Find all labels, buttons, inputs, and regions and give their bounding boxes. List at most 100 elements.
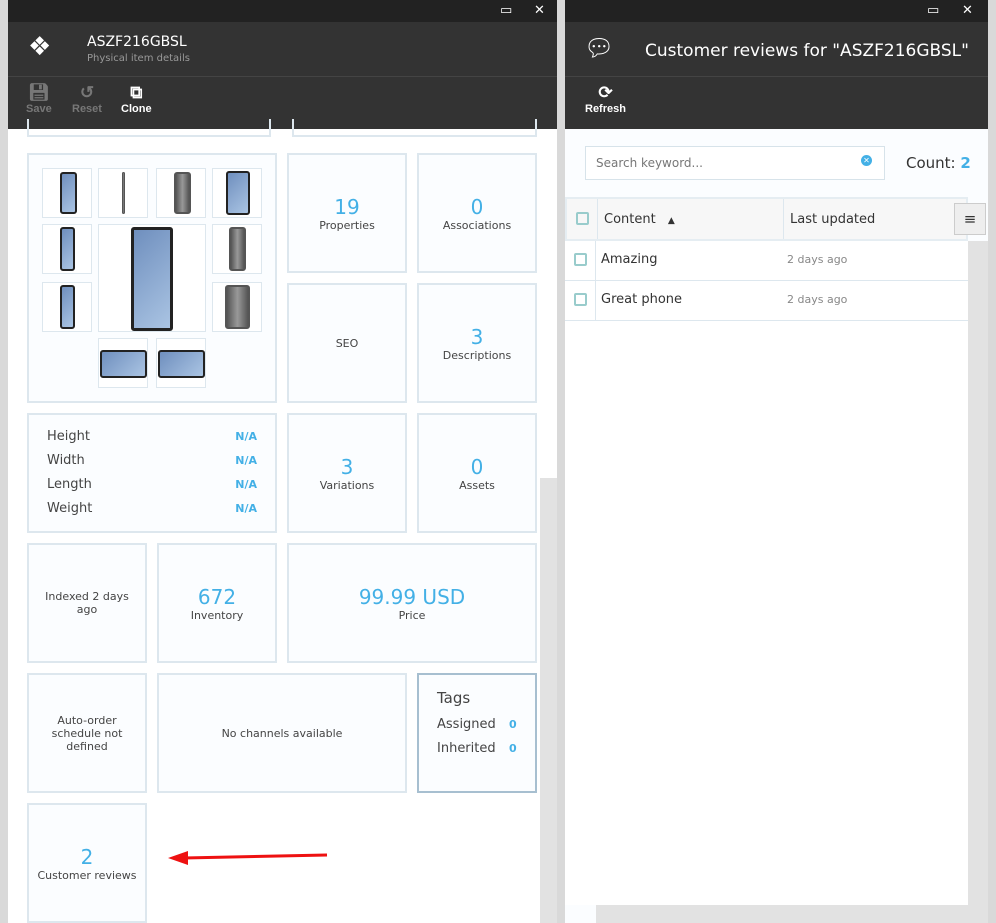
close-icon[interactable]: ✕ [962, 3, 973, 18]
blade-header: 💬︎ Customer reviews for "ASZF216GBSL" [565, 22, 988, 77]
inherited-label: Inherited [437, 741, 496, 756]
sort-ascending-icon: ▲ [667, 216, 675, 226]
dimension-value: N/A [235, 454, 257, 467]
reset-label: Reset [72, 103, 102, 115]
vertical-scrollbar[interactable] [968, 241, 988, 923]
dimension-row: Height N/A [29, 425, 275, 449]
tags-assigned-row: Assigned 0 [437, 713, 517, 737]
descriptions-label: Descriptions [442, 348, 512, 362]
review-content: Amazing [601, 252, 658, 267]
save-icon: 💾︎ [28, 83, 50, 102]
reset-button[interactable]: ↺ Reset [72, 83, 102, 115]
seo-label: SEO [335, 336, 359, 350]
descriptions-count: 3 [470, 324, 484, 349]
dimension-label: Length [47, 477, 92, 492]
auto-order-tile[interactable]: Auto-order schedule not defined [27, 673, 147, 793]
assets-tile[interactable]: 0 Assets [417, 413, 537, 533]
inherited-count: 0 [509, 742, 517, 755]
images-tile[interactable] [27, 153, 277, 403]
variations-label: Variations [319, 478, 375, 492]
properties-tile[interactable]: 19 Properties [287, 153, 407, 273]
horizontal-scrollbar[interactable] [596, 905, 968, 923]
tags-inherited-row: Inherited 0 [437, 737, 517, 761]
reviews-count: 2 [80, 844, 94, 869]
customer-reviews-tile[interactable]: 2 Customer reviews [27, 803, 147, 923]
review-content: Great phone [601, 292, 683, 307]
column-label: Last updated [790, 212, 876, 227]
customer-reviews-blade: ▭ ✕ 💬︎ Customer reviews for "ASZF216GBSL… [565, 0, 988, 923]
refresh-icon: ⟳ [598, 83, 613, 102]
column-divider [595, 241, 596, 321]
reviews-label: Customer reviews [37, 868, 137, 882]
blade-title: ASZF216GBSL [87, 34, 187, 50]
annotation-arrow [168, 851, 328, 865]
blade-content: Search keyword... ✕ Count: 2 Content ▲ L… [565, 129, 988, 923]
clear-search-icon[interactable]: ✕ [861, 155, 872, 166]
clone-button[interactable]: ⧉ Clone [121, 83, 152, 115]
count-label: Count: [906, 154, 956, 172]
seo-tile[interactable]: SEO [287, 283, 407, 403]
reviews-grid: Content ▲ Last updated ≡ Amazing 2 days … [565, 197, 986, 905]
refresh-button[interactable]: ⟳ Refresh [585, 83, 626, 115]
column-header-last-updated[interactable]: Last updated [783, 199, 881, 239]
close-icon[interactable]: ✕ [534, 3, 545, 18]
associations-tile[interactable]: 0 Associations [417, 153, 537, 273]
price-value: 99.99 USD [358, 584, 466, 609]
partial-tile [292, 119, 537, 137]
descriptions-tile[interactable]: 3 Descriptions [417, 283, 537, 403]
maximize-icon[interactable]: ▭ [927, 3, 939, 18]
blade-subtitle: Physical item details [87, 53, 190, 64]
properties-label: Properties [319, 218, 375, 232]
refresh-label: Refresh [585, 103, 626, 115]
search-input[interactable]: Search keyword... ✕ [585, 146, 885, 180]
row-checkbox[interactable] [574, 293, 587, 306]
dimension-value: N/A [235, 430, 257, 443]
dimension-label: Weight [47, 501, 93, 516]
grid-menu-icon[interactable]: ≡ [954, 203, 986, 235]
maximize-icon[interactable]: ▭ [500, 3, 512, 18]
inventory-count: 672 [197, 584, 237, 609]
inventory-tile[interactable]: 672 Inventory [157, 543, 277, 663]
associations-count: 0 [470, 194, 484, 219]
review-updated: 2 days ago [787, 253, 848, 266]
associations-label: Associations [442, 218, 512, 232]
tags-title: Tags [437, 689, 471, 707]
variations-count: 3 [340, 454, 354, 479]
table-row[interactable]: Great phone 2 days ago [565, 281, 968, 321]
search-placeholder: Search keyword... [596, 156, 703, 170]
properties-count: 19 [334, 194, 360, 219]
dimension-label: Width [47, 453, 85, 468]
clone-label: Clone [121, 103, 152, 115]
count-display: Count: 2 [906, 154, 971, 172]
channels-tile[interactable]: No channels available [157, 673, 407, 793]
dropbox-box-icon: ❖ [28, 32, 52, 62]
column-header-content[interactable]: Content ▲ [597, 199, 783, 239]
assets-count: 0 [470, 454, 484, 479]
blade-title: Customer reviews for "ASZF216GBSL" [645, 41, 969, 61]
dimensions-tile[interactable]: Height N/A Width N/A Length N/A Weight N/A [27, 413, 277, 533]
blade-titlebar: ▭ ✕ [8, 0, 557, 22]
variations-tile[interactable]: 3 Variations [287, 413, 407, 533]
indexed-label: Indexed 2 days ago [45, 590, 129, 616]
undo-icon: ↺ [79, 83, 95, 102]
assigned-count: 0 [509, 718, 517, 731]
comments-icon: 💬︎ [584, 34, 615, 62]
indexed-tile[interactable]: Indexed 2 days ago [27, 543, 147, 663]
save-button[interactable]: 💾︎ Save [26, 83, 52, 115]
column-label: Content [604, 212, 656, 227]
blade-header: ❖ ASZF216GBSL Physical item details [8, 22, 557, 77]
blade-content: 19 Properties 0 Associations SEO 3 Descript… [8, 119, 557, 923]
table-row[interactable]: Amazing 2 days ago [565, 241, 968, 281]
price-tile[interactable]: 99.99 USD Price [287, 543, 537, 663]
copy-icon: ⧉ [130, 83, 143, 102]
scrollbar-thumb[interactable] [540, 478, 557, 923]
dimension-value: N/A [235, 502, 257, 515]
select-all-checkbox[interactable] [576, 212, 589, 225]
row-checkbox[interactable] [574, 253, 587, 266]
auto-order-label: Auto-order schedule not defined [51, 713, 123, 753]
inventory-label: Inventory [190, 608, 244, 622]
tags-tile[interactable]: Tags Assigned 0 Inherited 0 [417, 673, 537, 793]
save-label: Save [26, 103, 52, 115]
price-label: Price [398, 608, 426, 622]
dimension-row: Weight N/A [29, 497, 275, 521]
